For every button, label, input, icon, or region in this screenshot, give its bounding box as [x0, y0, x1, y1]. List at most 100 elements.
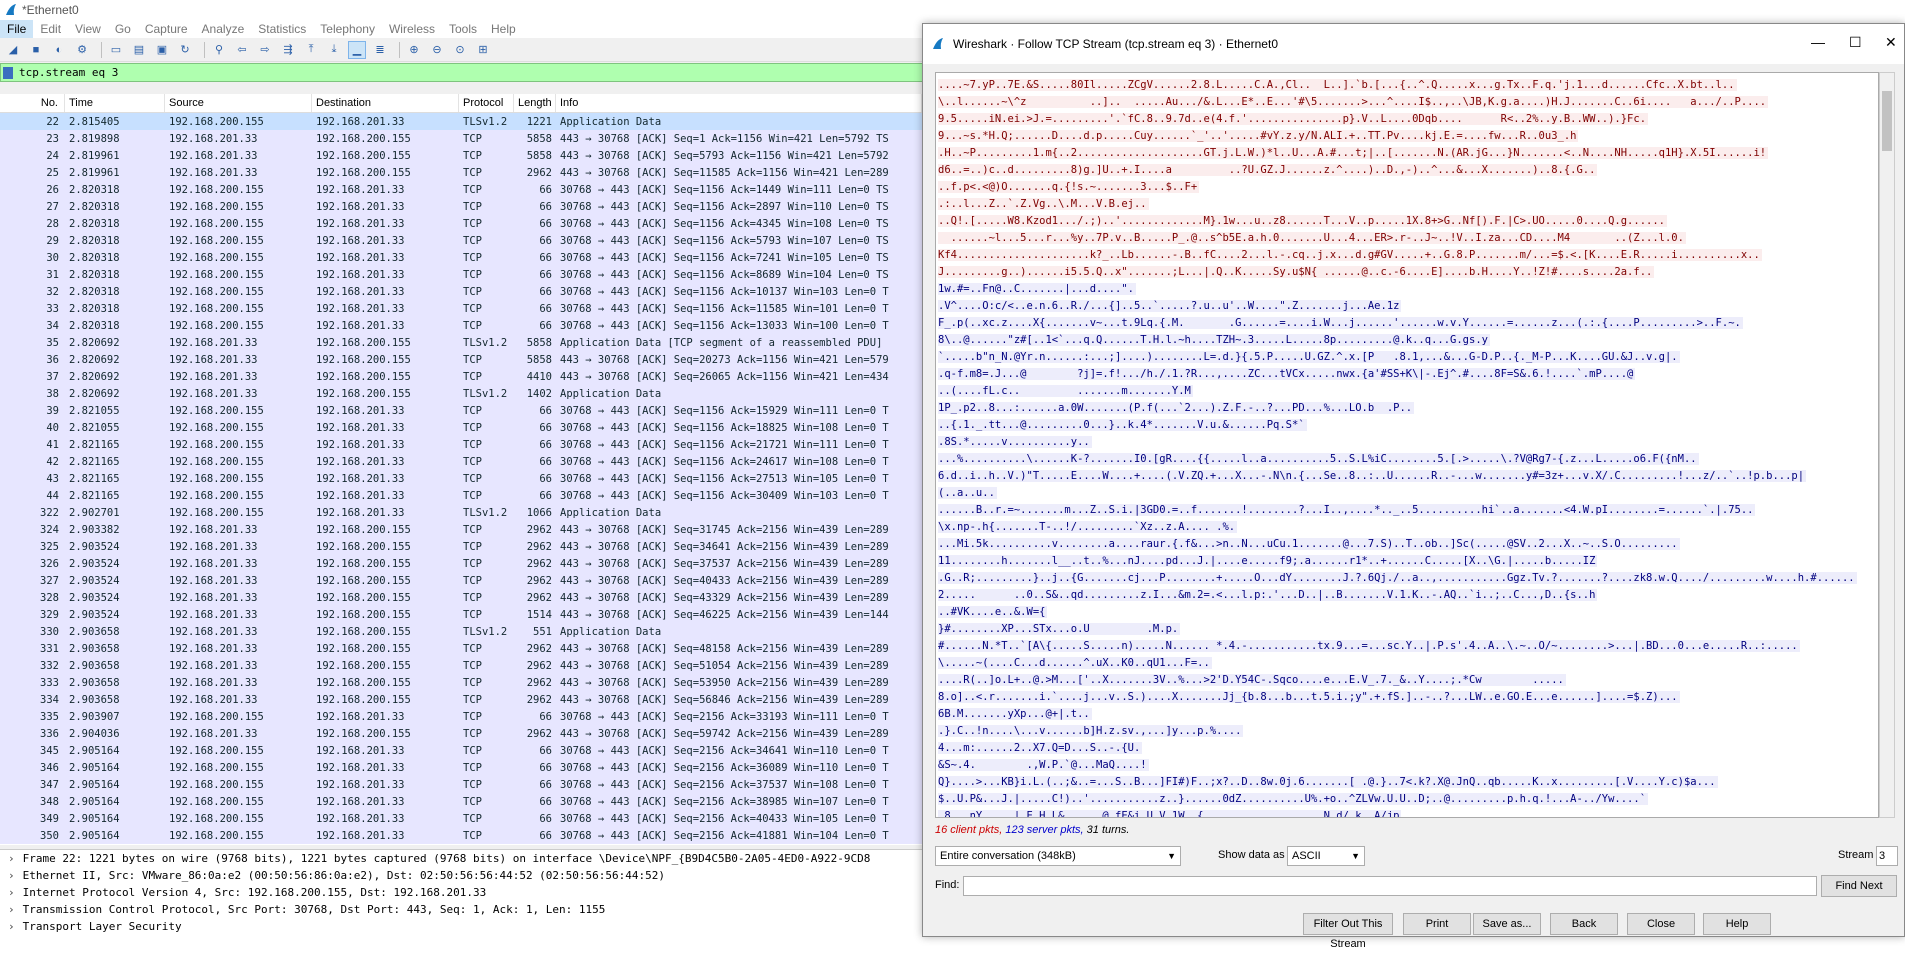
save-as-button[interactable]: Save as...: [1473, 913, 1541, 935]
packet-row[interactable]: 22 2.815405 192.168.200.155 192.168.201.33 T…: [0, 113, 922, 130]
menu-statistics[interactable]: Statistics: [251, 20, 313, 38]
packet-row[interactable]: 40 2.821055 192.168.200.155 192.168.201.33 T…: [0, 419, 922, 436]
packet-row[interactable]: 325 2.903524 192.168.201.33 192.168.200.155…: [0, 538, 922, 555]
reload-file-icon[interactable]: ↻: [176, 41, 194, 59]
menu-capture[interactable]: Capture: [138, 20, 195, 38]
stop-capture-icon[interactable]: ■: [27, 41, 45, 59]
column-header-length[interactable]: Length: [514, 94, 556, 112]
go-back-icon[interactable]: ⇦: [233, 41, 251, 59]
packet-row[interactable]: 23 2.819898 192.168.201.33 192.168.200.155 T…: [0, 130, 922, 147]
menu-tools[interactable]: Tools: [442, 20, 484, 38]
packet-row[interactable]: 32 2.820318 192.168.200.155 192.168.201.33 T…: [0, 283, 922, 300]
detail-tree-item[interactable]: › Transmission Control Protocol, Src Port…: [0, 901, 922, 918]
packet-row[interactable]: 24 2.819961 192.168.201.33 192.168.200.155 T…: [0, 147, 922, 164]
packet-row[interactable]: 26 2.820318 192.168.200.155 192.168.201.33 T…: [0, 181, 922, 198]
packet-row[interactable]: 331 2.903658 192.168.201.33 192.168.200.155…: [0, 640, 922, 657]
go-forward-icon[interactable]: ⇨: [256, 41, 274, 59]
packet-row[interactable]: 30 2.820318 192.168.200.155 192.168.201.33 T…: [0, 249, 922, 266]
packet-row[interactable]: 29 2.820318 192.168.200.155 192.168.201.33 T…: [0, 232, 922, 249]
packet-row[interactable]: 322 2.902701 192.168.200.155 192.168.201.33…: [0, 504, 922, 521]
bookmark-icon[interactable]: [3, 66, 13, 79]
packet-row[interactable]: 34 2.820318 192.168.200.155 192.168.201.33 T…: [0, 317, 922, 334]
packet-row[interactable]: 31 2.820318 192.168.200.155 192.168.201.33 T…: [0, 266, 922, 283]
column-header-source[interactable]: Source: [165, 94, 312, 112]
stream-content[interactable]: ....~7.yP..7E.&S.....80Il.....ZCgV......…: [935, 72, 1879, 818]
display-filter-input[interactable]: tcp.stream eq 3: [19, 66, 118, 79]
detail-tree-item[interactable]: › Internet Protocol Version 4, Src: 192.1…: [0, 884, 922, 901]
column-header-time[interactable]: Time: [65, 94, 165, 112]
help-button[interactable]: Help: [1703, 913, 1771, 935]
packet-row[interactable]: 44 2.821165 192.168.200.155 192.168.201.33 T…: [0, 487, 922, 504]
packet-row[interactable]: 41 2.821165 192.168.200.155 192.168.201.33 T…: [0, 436, 922, 453]
scrollbar-thumb[interactable]: [1882, 91, 1892, 151]
stream-spinbox[interactable]: 3: [1876, 846, 1898, 866]
packet-list[interactable]: 22 2.815405 192.168.200.155 192.168.201.33 T…: [0, 113, 922, 845]
menu-analyze[interactable]: Analyze: [195, 20, 252, 38]
packet-row[interactable]: 326 2.903524 192.168.201.33 192.168.200.155…: [0, 555, 922, 572]
interface-list-icon[interactable]: ◢: [4, 41, 22, 59]
packet-row[interactable]: 330 2.903658 192.168.201.33 192.168.200.155…: [0, 623, 922, 640]
show-data-as-select[interactable]: ASCII ▼: [1287, 846, 1365, 866]
zoom-out-icon[interactable]: ⊖: [428, 41, 446, 59]
zoom-in-icon[interactable]: ⊕: [405, 41, 423, 59]
menu-view[interactable]: View: [68, 20, 108, 38]
zoom-reset-icon[interactable]: ⊙: [451, 41, 469, 59]
packet-row[interactable]: 334 2.903658 192.168.201.33 192.168.200.155…: [0, 691, 922, 708]
packet-row[interactable]: 333 2.903658 192.168.201.33 192.168.200.155…: [0, 674, 922, 691]
menu-edit[interactable]: Edit: [33, 20, 68, 38]
conversation-select[interactable]: Entire conversation (348kB) ▼: [935, 846, 1181, 866]
go-to-packet-icon[interactable]: ⇶: [279, 41, 297, 59]
column-header-no[interactable]: No.: [0, 94, 65, 112]
packet-row[interactable]: 36 2.820692 192.168.201.33 192.168.200.155 T…: [0, 351, 922, 368]
packet-row[interactable]: 25 2.819961 192.168.201.33 192.168.200.155 T…: [0, 164, 922, 181]
detail-tree-item[interactable]: › Ethernet II, Src: VMware_86:0a:e2 (00:5…: [0, 867, 922, 884]
maximize-icon[interactable]: ☐: [1849, 34, 1862, 51]
expand-arrow-icon[interactable]: ›: [8, 903, 15, 916]
packet-row[interactable]: 33 2.820318 192.168.200.155 192.168.201.33 T…: [0, 300, 922, 317]
go-last-icon[interactable]: ⤓: [325, 41, 343, 59]
packet-row[interactable]: 28 2.820318 192.168.200.155 192.168.201.33 T…: [0, 215, 922, 232]
menu-telephony[interactable]: Telephony: [313, 20, 382, 38]
menu-wireless[interactable]: Wireless: [382, 20, 442, 38]
packet-row[interactable]: 347 2.905164 192.168.200.155 192.168.201.33…: [0, 776, 922, 793]
capture-options-icon[interactable]: ⚙: [73, 41, 91, 59]
packet-row[interactable]: 348 2.905164 192.168.200.155 192.168.201.33…: [0, 793, 922, 810]
detail-tree-item[interactable]: › Frame 22: 1221 bytes on wire (9768 bits…: [0, 850, 922, 867]
save-file-icon[interactable]: ▤: [130, 41, 148, 59]
packet-row[interactable]: 335 2.903907 192.168.200.155 192.168.201.33…: [0, 708, 922, 725]
packet-row[interactable]: 345 2.905164 192.168.200.155 192.168.201.33…: [0, 742, 922, 759]
back-button[interactable]: Back: [1550, 913, 1618, 935]
packet-row[interactable]: 350 2.905164 192.168.200.155 192.168.201.33…: [0, 827, 922, 844]
packet-row[interactable]: 328 2.903524 192.168.201.33 192.168.200.155…: [0, 589, 922, 606]
find-packet-icon[interactable]: ⚲: [210, 41, 228, 59]
menu-go[interactable]: Go: [108, 20, 138, 38]
filter-out-this-stream-button[interactable]: Filter Out This Stream: [1303, 913, 1393, 950]
column-header-destination[interactable]: Destination: [312, 94, 459, 112]
packet-row[interactable]: 327 2.903524 192.168.201.33 192.168.200.155…: [0, 572, 922, 589]
expand-arrow-icon[interactable]: ›: [8, 852, 15, 865]
packet-row[interactable]: 42 2.821165 192.168.200.155 192.168.201.33 T…: [0, 453, 922, 470]
packet-row[interactable]: 329 2.903524 192.168.201.33 192.168.200.155…: [0, 606, 922, 623]
find-next-button[interactable]: Find Next: [1821, 875, 1897, 897]
go-first-icon[interactable]: ⤒: [302, 41, 320, 59]
column-header-protocol[interactable]: Protocol: [459, 94, 514, 112]
menu-help[interactable]: Help: [484, 20, 523, 38]
open-file-icon[interactable]: ▭: [107, 41, 125, 59]
autoscroll-icon[interactable]: ▁: [348, 40, 366, 59]
packet-row[interactable]: 27 2.820318 192.168.200.155 192.168.201.33 T…: [0, 198, 922, 215]
packet-row[interactable]: 39 2.821055 192.168.200.155 192.168.201.33 T…: [0, 402, 922, 419]
resize-columns-icon[interactable]: ⊞: [474, 41, 492, 59]
expand-arrow-icon[interactable]: ›: [8, 869, 15, 882]
restart-capture-icon[interactable]: ◐: [50, 41, 68, 59]
print-button[interactable]: Print: [1403, 913, 1471, 935]
packet-row[interactable]: 336 2.904036 192.168.201.33 192.168.200.155…: [0, 725, 922, 742]
packet-row[interactable]: 332 2.903658 192.168.201.33 192.168.200.155…: [0, 657, 922, 674]
packet-details[interactable]: › Frame 22: 1221 bytes on wire (9768 bits…: [0, 849, 922, 937]
packet-row[interactable]: 37 2.820692 192.168.201.33 192.168.200.155 T…: [0, 368, 922, 385]
packet-row[interactable]: 349 2.905164 192.168.200.155 192.168.201.33…: [0, 810, 922, 827]
packet-row[interactable]: 324 2.903382 192.168.201.33 192.168.200.155…: [0, 521, 922, 538]
find-input[interactable]: [963, 876, 1817, 896]
colorize-icon[interactable]: ≣: [371, 41, 389, 59]
menu-file[interactable]: File: [0, 19, 34, 38]
minimize-icon[interactable]: —: [1811, 34, 1825, 50]
